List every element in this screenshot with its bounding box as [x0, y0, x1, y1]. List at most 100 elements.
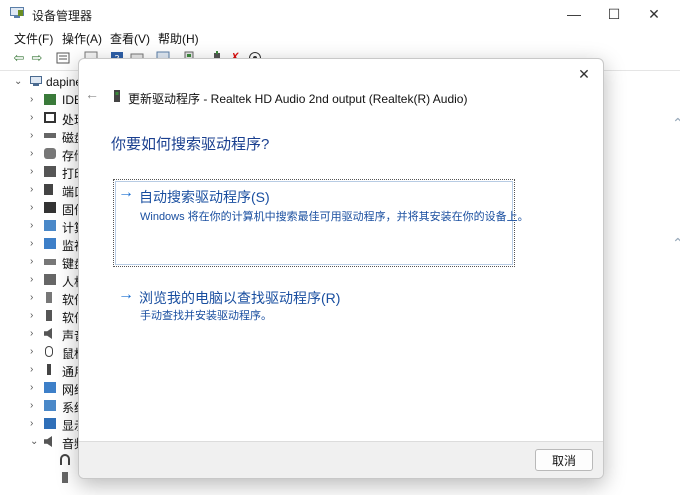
forward-nav-icon[interactable]: ⇨: [30, 51, 44, 65]
maximize-button[interactable]: ☐: [594, 0, 634, 28]
chevron-right-icon[interactable]: ›: [30, 292, 33, 303]
arrow-right-icon: →: [118, 184, 134, 202]
option-description: 手动查找并安装驱动程序。: [140, 307, 272, 323]
chevron-right-icon[interactable]: ›: [30, 184, 33, 195]
minimize-button[interactable]: —: [554, 0, 594, 28]
menu-help[interactable]: 帮助(H): [158, 30, 199, 47]
chevron-right-icon[interactable]: ›: [30, 166, 33, 177]
printer-icon: [44, 166, 56, 177]
menu-view[interactable]: 查看(V): [110, 30, 150, 47]
chevron-right-icon[interactable]: ›: [30, 148, 33, 159]
tree-item[interactable]: ›键盘: [0, 253, 80, 271]
tree-item[interactable]: ›固件: [0, 199, 80, 217]
chevron-right-icon[interactable]: ›: [30, 202, 33, 213]
chevron-right-icon[interactable]: ›: [30, 346, 33, 357]
menu-bar: 文件(F) 操作(A) 查看(V) 帮助(H): [0, 28, 680, 46]
chevron-right-icon[interactable]: ›: [30, 364, 33, 375]
dialog-title: 更新驱动程序 - Realtek HD Audio 2nd output (Re…: [128, 90, 467, 107]
tree-root-label: dapine: [46, 75, 82, 89]
computer-root-icon: [30, 76, 42, 87]
chevron-right-icon[interactable]: ›: [30, 400, 33, 411]
chevron-right-icon[interactable]: ›: [30, 418, 33, 429]
software-device-icon: [46, 310, 52, 321]
search-automatically-option[interactable]: → 自动搜索驱动程序(S) Windows 将在你的计算机中搜索最佳可用驱动程序…: [113, 179, 515, 267]
monitor-icon: [44, 238, 56, 249]
update-driver-dialog: ✕ ← 更新驱动程序 - Realtek HD Audio 2nd output…: [78, 58, 604, 479]
tree-item[interactable]: ›端口: [0, 181, 80, 199]
background-edge-icon: ⌃: [672, 235, 680, 275]
back-arrow-icon[interactable]: ←: [85, 86, 99, 102]
tree-child[interactable]: [0, 469, 80, 487]
back-nav-icon[interactable]: ⇦: [12, 51, 26, 65]
chevron-right-icon[interactable]: ›: [30, 256, 33, 267]
audio-device-icon: [113, 90, 121, 102]
chevron-down-icon[interactable]: ⌄: [30, 436, 38, 447]
title-bar: 设备管理器 — ☐ ✕: [0, 0, 680, 28]
tree-item[interactable]: ›显示: [0, 415, 80, 433]
disk-icon: [44, 133, 56, 138]
close-button[interactable]: ✕: [634, 0, 674, 28]
option-description: Windows 将在你的计算机中搜索最佳可用驱动程序，并将其安装在你的设备上。: [140, 208, 529, 224]
tree-item[interactable]: ›存储: [0, 145, 80, 163]
tree-item[interactable]: ›处理: [0, 109, 80, 127]
cancel-button[interactable]: 取消: [535, 449, 593, 471]
tree-item[interactable]: ›计算: [0, 217, 80, 235]
dialog-close-button[interactable]: ✕: [573, 63, 595, 85]
tree-child[interactable]: [0, 451, 80, 469]
chevron-right-icon[interactable]: ›: [30, 220, 33, 231]
device-tree: ⌄ dapine ›IDE ›处理 ›磁盘 ›存储 ›打印 ›端口 ›固件 ›计…: [0, 71, 80, 495]
window-title: 设备管理器: [32, 7, 92, 24]
dialog-question: 你要如何搜索驱动程序?: [111, 133, 269, 154]
chevron-right-icon[interactable]: ›: [30, 382, 33, 393]
tree-item[interactable]: ›磁盘: [0, 127, 80, 145]
chevron-right-icon[interactable]: ›: [30, 94, 33, 105]
sound-icon: [44, 328, 52, 339]
device-manager-app-icon: [10, 7, 24, 19]
tree-item[interactable]: ›IDE: [0, 91, 80, 109]
option-title: 浏览我的电脑以查找驱动程序(R): [139, 288, 340, 308]
tree-item[interactable]: ›系统: [0, 397, 80, 415]
tree-item[interactable]: ›软件: [0, 307, 80, 325]
display-icon: [44, 418, 56, 429]
usb-icon: [47, 364, 51, 375]
software-icon: [46, 292, 52, 303]
hid-icon: [44, 274, 56, 285]
tree-item-expanded[interactable]: ⌄音频: [0, 433, 80, 451]
chevron-right-icon[interactable]: ›: [30, 310, 33, 321]
tree-root[interactable]: ⌄ dapine: [0, 73, 80, 91]
port-icon: [44, 184, 53, 195]
menu-file[interactable]: 文件(F): [14, 30, 53, 47]
tree-item[interactable]: ›声音: [0, 325, 80, 343]
cpu-icon: [44, 112, 56, 123]
ide-icon: [44, 94, 56, 105]
chevron-right-icon[interactable]: ›: [30, 130, 33, 141]
tree-item[interactable]: ›鼠标: [0, 343, 80, 361]
browse-computer-option[interactable]: → 浏览我的电脑以查找驱动程序(R) 手动查找并安装驱动程序。: [113, 281, 515, 323]
mouse-icon: [45, 346, 53, 357]
tree-item[interactable]: ›软件: [0, 289, 80, 307]
menu-action[interactable]: 操作(A): [62, 30, 102, 47]
arrow-right-icon: →: [118, 286, 134, 304]
tree-item[interactable]: ›网络: [0, 379, 80, 397]
audio-device-icon: [62, 472, 68, 483]
chevron-right-icon[interactable]: ›: [30, 274, 33, 285]
maximize-icon: ☐: [608, 6, 621, 23]
tree-item[interactable]: ›通用: [0, 361, 80, 379]
chevron-right-icon[interactable]: ›: [30, 238, 33, 249]
tree-item[interactable]: ›打印: [0, 163, 80, 181]
keyboard-icon: [44, 259, 56, 265]
chevron-down-icon[interactable]: ⌄: [14, 76, 22, 87]
network-icon: [44, 382, 56, 393]
close-icon: ✕: [578, 66, 590, 83]
minimize-icon: —: [567, 6, 581, 22]
chevron-right-icon[interactable]: ›: [30, 328, 33, 339]
computer-icon: [44, 220, 56, 231]
tree-item[interactable]: ›人机: [0, 271, 80, 289]
properties-icon[interactable]: [56, 51, 70, 65]
system-icon: [44, 400, 56, 411]
chevron-right-icon[interactable]: ›: [30, 112, 33, 123]
storage-icon: [44, 148, 56, 159]
close-icon: ✕: [648, 6, 660, 23]
tree-item[interactable]: ›监视: [0, 235, 80, 253]
audio-icon: [44, 436, 52, 447]
